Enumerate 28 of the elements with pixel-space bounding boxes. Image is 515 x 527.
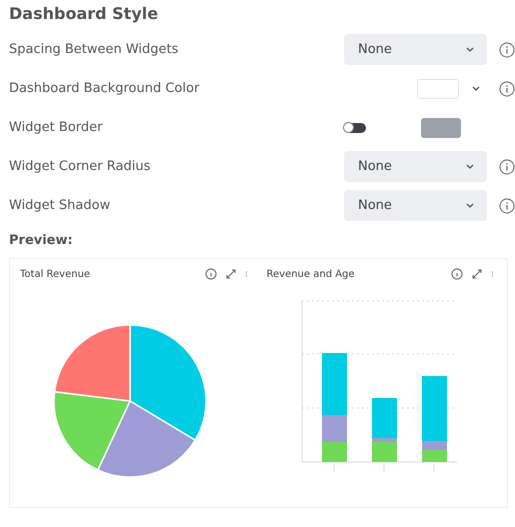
section-title: Dashboard Style bbox=[9, 4, 160, 25]
info-icon[interactable] bbox=[451, 268, 463, 280]
setting-label: Widget Corner Radius bbox=[9, 159, 152, 174]
color-swatch[interactable] bbox=[421, 118, 461, 138]
caret-icon bbox=[471, 85, 481, 92]
expand-icon[interactable] bbox=[471, 268, 483, 280]
info-icon[interactable] bbox=[499, 198, 515, 214]
info-icon[interactable] bbox=[204, 268, 216, 280]
setting-label: Spacing Between Widgets bbox=[9, 42, 180, 57]
widget-title: Total Revenue bbox=[20, 268, 92, 280]
select-dropdown[interactable]: None bbox=[344, 151, 487, 182]
setting-label: Widget Border bbox=[9, 120, 104, 135]
bar-segment bbox=[422, 450, 447, 462]
info-icon[interactable] bbox=[499, 42, 515, 58]
setting-label: Dashboard Background Color bbox=[9, 81, 200, 96]
expand-icon[interactable] bbox=[224, 268, 236, 280]
caret-icon bbox=[465, 202, 475, 209]
caret-icon bbox=[465, 163, 475, 170]
bar-segment bbox=[322, 442, 347, 462]
widget-title: Revenue and Age bbox=[266, 268, 356, 280]
setting-label: Widget Shadow bbox=[9, 198, 112, 213]
toggle-switch[interactable] bbox=[344, 122, 366, 132]
caret-icon bbox=[465, 46, 475, 53]
select-dropdown[interactable]: None bbox=[344, 190, 487, 221]
info-icon[interactable] bbox=[499, 158, 515, 174]
select-dropdown[interactable]: None bbox=[344, 34, 487, 65]
info-icon[interactable] bbox=[499, 80, 515, 96]
preview-label: Preview: bbox=[9, 233, 74, 248]
